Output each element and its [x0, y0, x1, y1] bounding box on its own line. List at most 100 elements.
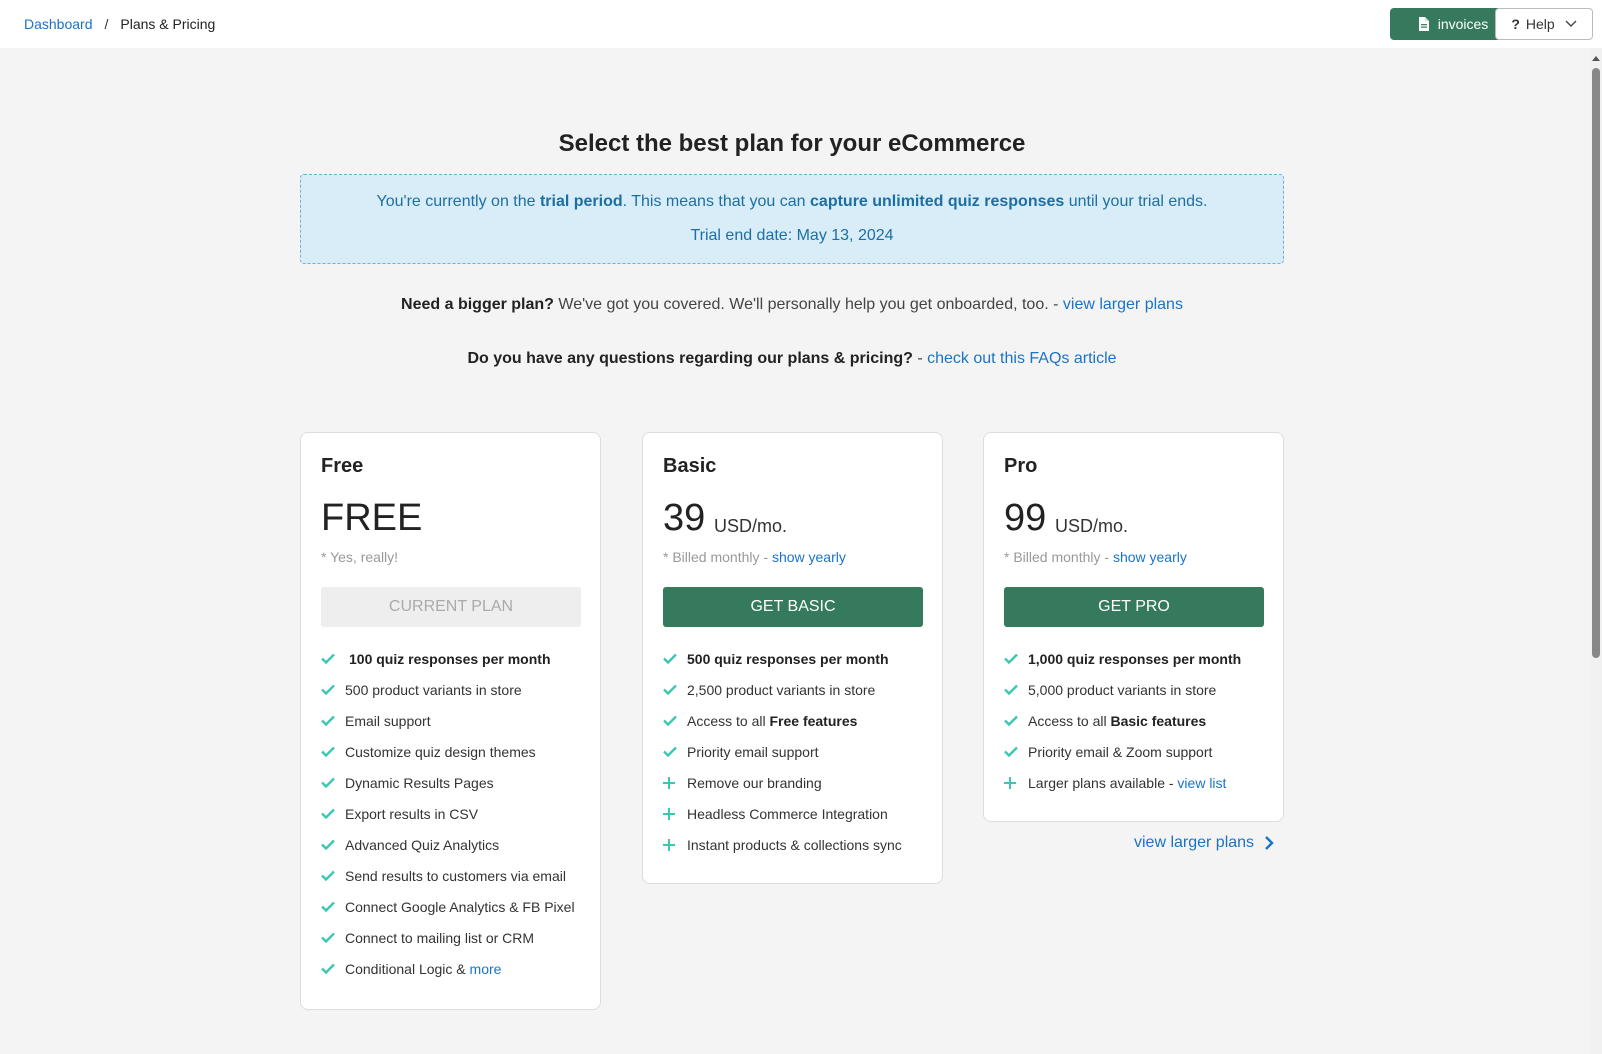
feature-item: Email support — [321, 705, 575, 736]
feature-text: Priority email & Zoom support — [1028, 743, 1213, 760]
plan-card-free: Free FREE * Yes, really! CURRENT PLAN 10… — [300, 432, 601, 1010]
check-icon — [321, 932, 345, 943]
check-icon — [663, 715, 687, 726]
check-icon — [663, 653, 687, 664]
current-plan-button[interactable]: CURRENT PLAN — [321, 587, 581, 627]
feature-item: Priority email support — [663, 736, 902, 767]
check-icon — [321, 963, 345, 974]
check-icon — [321, 870, 345, 881]
feature-item: Dynamic Results Pages — [321, 767, 575, 798]
check-icon — [321, 777, 345, 788]
feature-item: Export results in CSV — [321, 798, 575, 829]
feature-text: Instant products & collections sync — [687, 836, 902, 853]
chevron-down-icon — [1565, 20, 1577, 27]
breadcrumb-current: Plans & Pricing — [120, 16, 216, 32]
trial-notice: You're currently on the trial period. Th… — [300, 174, 1284, 264]
view-list-link[interactable]: view list — [1177, 775, 1226, 791]
feature-item: 2,500 product variants in store — [663, 674, 902, 705]
trial-text-1: You're currently on the — [376, 193, 540, 210]
feature-item: Instant products & collections sync — [663, 829, 902, 860]
check-icon — [1004, 715, 1028, 726]
billing-note: * Billed monthly - — [663, 549, 772, 565]
check-icon — [321, 808, 345, 819]
trial-unlimited-bold: capture unlimited quiz responses — [810, 193, 1065, 210]
feature-item: 1,000 quiz responses per month — [1004, 643, 1241, 674]
plan-price-note: * Billed monthly - show yearly — [663, 549, 846, 565]
trial-message: You're currently on the trial period. Th… — [301, 193, 1283, 211]
feature-item: Conditional Logic & more — [321, 953, 575, 984]
feature-item: Advanced Quiz Analytics — [321, 829, 575, 860]
check-icon — [321, 684, 345, 695]
plus-icon — [1004, 776, 1028, 789]
show-yearly-link[interactable]: show yearly — [772, 549, 846, 565]
breadcrumb-separator: / — [104, 16, 109, 32]
chevron-right-icon — [1265, 836, 1274, 850]
get-pro-button[interactable]: GET PRO — [1004, 587, 1264, 627]
help-label: Help — [1525, 16, 1555, 32]
feature-text: 1,000 quiz responses per month — [1028, 650, 1242, 667]
feature-text: Customize quiz design themes — [345, 743, 536, 760]
faq-text: - — [912, 350, 928, 367]
feature-text: Connect Google Analytics & FB Pixel — [345, 898, 575, 915]
feature-text: Headless Commerce Integration — [687, 805, 888, 822]
faq-article-link[interactable]: check out this FAQs article — [927, 350, 1116, 367]
feature-text: Larger plans available - — [1028, 774, 1178, 791]
feature-item: 100 quiz responses per month — [321, 643, 575, 674]
feature-text: Dynamic Results Pages — [345, 774, 494, 791]
breadcrumb-dashboard-link[interactable]: Dashboard — [24, 16, 93, 32]
check-icon — [1004, 746, 1028, 757]
feature-bold: Basic features — [1110, 712, 1207, 729]
feature-text: Access to all — [1028, 712, 1111, 729]
feature-item: 500 product variants in store — [321, 674, 575, 705]
scroll-up-arrow-icon[interactable] — [1592, 56, 1600, 61]
plan-card-pro: Pro 99 USD/mo. * Billed monthly - show y… — [983, 432, 1284, 822]
feature-text: 2,500 product variants in store — [687, 681, 876, 698]
feature-text: Connect to mailing list or CRM — [345, 929, 535, 946]
help-dropdown-button[interactable]: ? Help — [1495, 8, 1593, 40]
trial-end-date: Trial end date: May 13, 2024 — [690, 227, 894, 244]
get-basic-button[interactable]: GET BASIC — [663, 587, 923, 627]
plan-price: 39 — [663, 497, 706, 539]
plan-price: 99 — [1004, 497, 1047, 539]
check-icon — [663, 684, 687, 695]
feature-item: 500 quiz responses per month — [663, 643, 902, 674]
view-larger-plans-bottom-link[interactable]: view larger plans — [1134, 834, 1274, 852]
plan-name: Free — [321, 455, 364, 477]
document-icon — [1418, 17, 1429, 31]
check-icon — [321, 746, 345, 757]
feature-text: Export results in CSV — [345, 805, 479, 822]
trial-text-2: . This means that you can — [622, 193, 811, 210]
bigger-plan-text: We've got you covered. We'll personally … — [553, 296, 1063, 313]
page-scrollbar[interactable] — [1590, 48, 1602, 1054]
plus-icon — [663, 807, 687, 820]
feature-item: Access to all Basic features — [1004, 705, 1241, 736]
feature-item: Remove our branding — [663, 767, 902, 798]
check-icon — [321, 839, 345, 850]
feature-text: 100 quiz responses per month — [349, 650, 551, 667]
feature-list: 100 quiz responses per month 500 product… — [321, 643, 575, 984]
view-larger-plans-link[interactable]: view larger plans — [1063, 296, 1183, 313]
feature-text: 5,000 product variants in store — [1028, 681, 1217, 698]
check-icon — [663, 746, 687, 757]
feature-item: 5,000 product variants in store — [1004, 674, 1241, 705]
feature-list: 500 quiz responses per month 2,500 produ… — [663, 643, 902, 860]
plan-price-unit: USD/mo. — [1055, 516, 1129, 536]
question-icon: ? — [1511, 16, 1520, 32]
faq-line: Do you have any questions regarding our … — [300, 350, 1284, 368]
show-yearly-link[interactable]: show yearly — [1113, 549, 1187, 565]
trial-period-bold: trial period — [539, 193, 623, 210]
feature-item: Connect Google Analytics & FB Pixel — [321, 891, 575, 922]
scroll-thumb[interactable] — [1592, 68, 1600, 658]
more-features-link[interactable]: more — [470, 961, 502, 977]
feature-text: Conditional Logic & — [345, 960, 470, 977]
breadcrumb: Dashboard / Plans & Pricing — [24, 16, 215, 32]
feature-text: Advanced Quiz Analytics — [345, 836, 500, 853]
plan-price-unit: USD/mo. — [714, 516, 788, 536]
feature-text: Email support — [345, 712, 431, 729]
bigger-plan-bold: Need a bigger plan? — [401, 296, 554, 313]
check-icon — [321, 715, 345, 726]
check-icon — [321, 901, 345, 912]
feature-bold: Free features — [769, 712, 858, 729]
plus-icon — [663, 838, 687, 851]
plus-icon — [663, 776, 687, 789]
